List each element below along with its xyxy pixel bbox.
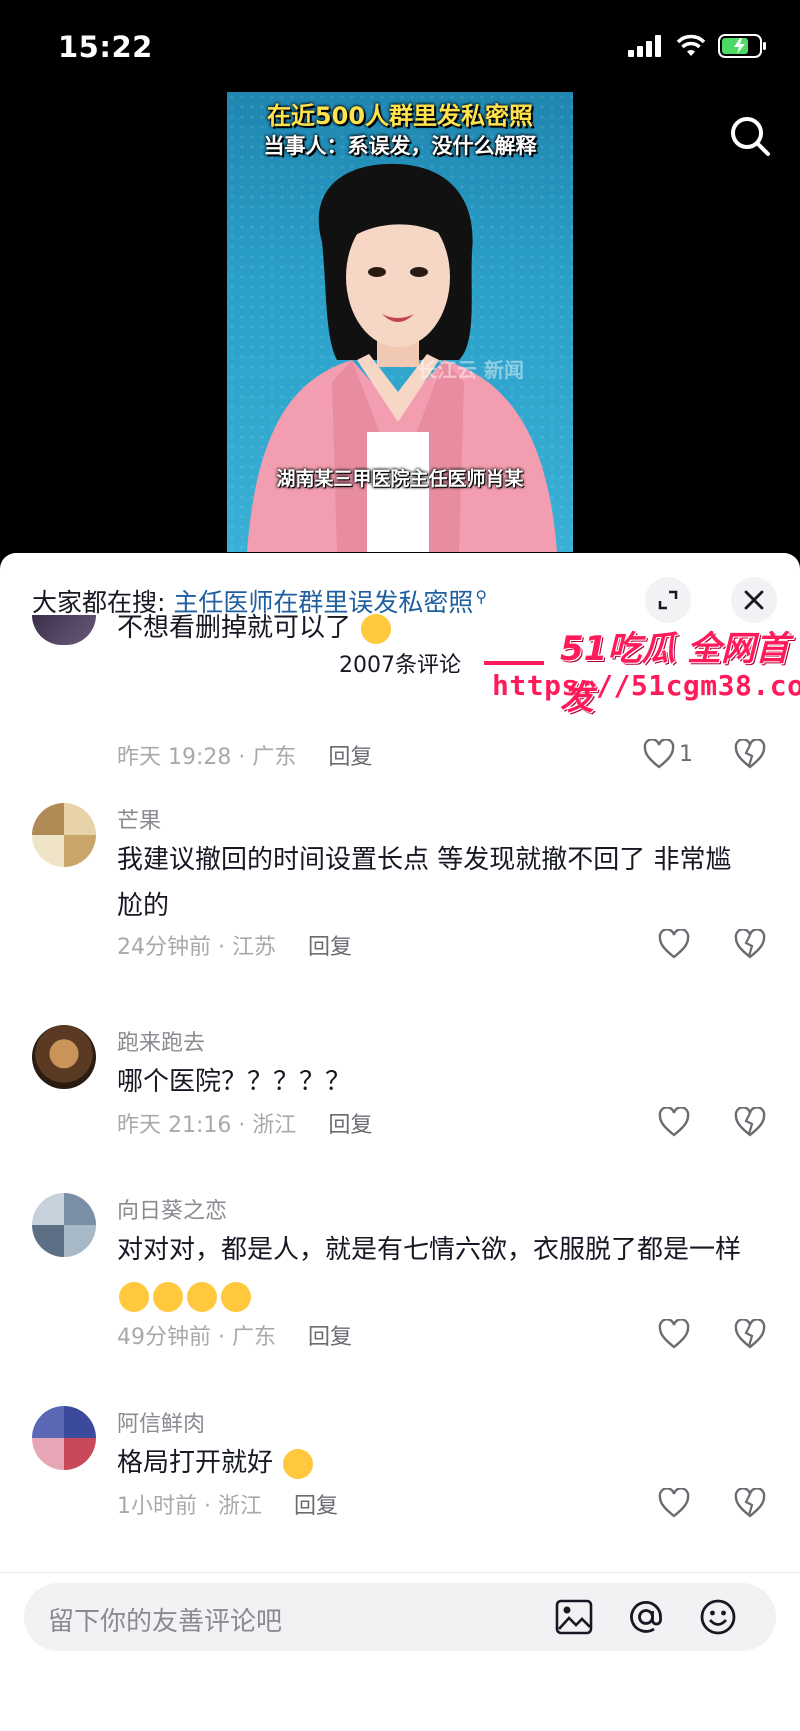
broken-heart-icon (734, 928, 766, 959)
video-headline-1: 在近500人群里发私密照 (266, 102, 534, 130)
broken-heart-icon (734, 1487, 766, 1518)
search-small-icon: ⚲ (475, 586, 488, 606)
avatar[interactable] (32, 1406, 96, 1470)
video-player[interactable]: 长江云 新闻 在近500人群里发私密照 当事人：系误发，没什么解释 湖南某三甲医… (0, 92, 800, 562)
avatar[interactable] (32, 1193, 96, 1257)
status-time: 15:22 (58, 30, 153, 64)
grin-emoji-icon (361, 613, 392, 644)
heart-icon (658, 1488, 690, 1518)
comment-text: 格局打开就好 (117, 1440, 757, 1486)
video-headline-2: 当事人：系误发，没什么解释 (263, 134, 537, 158)
comment-text-content: 格局打开就好 (117, 1448, 274, 1478)
comment-input[interactable]: 留下你的友善评论吧 (24, 1583, 776, 1651)
comment-username[interactable]: 阿信鲜肉 (117, 1406, 205, 1438)
status-icons (628, 34, 768, 58)
comment-username[interactable]: 芒果 (117, 803, 161, 835)
video-frame[interactable]: 长江云 新闻 在近500人群里发私密照 当事人：系误发，没什么解释 湖南某三甲医… (227, 92, 573, 552)
like-button[interactable] (658, 1488, 690, 1518)
mention-button[interactable] (624, 1595, 668, 1639)
avatar[interactable] (32, 1025, 96, 1089)
comment-meta: 昨天 21:16 · 浙江 回复 (117, 1107, 372, 1139)
reply-button[interactable]: 回复 (308, 1325, 352, 1350)
dislike-button[interactable] (734, 928, 766, 963)
comment-time-location: 昨天 21:16 · 浙江 (117, 1113, 297, 1138)
laughing-tears-emoji-icon (153, 1281, 183, 1312)
heart-icon (658, 1319, 690, 1349)
comment-text: 不想看删掉就可以了 (117, 605, 757, 645)
heart-icon (658, 929, 690, 959)
image-button[interactable] (552, 1595, 596, 1639)
comment-text: 哪个医院？？？？？ (117, 1067, 352, 1097)
comment-text-content: 对对对，都是人，就是有七情六欲，衣服脱了都是一样 (117, 1235, 742, 1265)
dislike-button[interactable] (734, 1318, 766, 1353)
reply-button[interactable]: 回复 (308, 935, 352, 960)
like-button[interactable] (658, 929, 690, 959)
status-bar: 15:22 (0, 0, 800, 92)
dislike-button[interactable] (734, 738, 766, 773)
comment-input-placeholder: 留下你的友善评论吧 (48, 1607, 283, 1637)
wifi-icon (676, 34, 706, 56)
like-button[interactable] (658, 1107, 690, 1137)
broken-heart-icon (734, 1106, 766, 1137)
comment-time-location: 24分钟前 · 江苏 (117, 935, 276, 960)
like-count: 1 (679, 741, 693, 767)
like-button[interactable] (658, 1319, 690, 1349)
reply-button[interactable]: 回复 (294, 1494, 338, 1519)
search-button[interactable] (722, 108, 778, 164)
search-icon (731, 117, 770, 156)
broken-heart-icon (734, 738, 766, 769)
comment-username[interactable]: 跑来跑去 (117, 1025, 205, 1057)
laughing-tears-emoji-icon (187, 1281, 217, 1312)
comment-meta: 24分钟前 · 江苏 回复 (117, 929, 352, 961)
comment-meta: 1小时前 · 浙江 回复 (117, 1488, 338, 1520)
comment-input-bar: 留下你的友善评论吧 (0, 1572, 800, 1731)
laughing-tears-emoji-icon (119, 1281, 149, 1312)
comment-text: 对对对，都是人，就是有七情六欲，衣服脱了都是一样 (117, 1227, 757, 1319)
heart-icon (643, 739, 675, 769)
image-icon (555, 1599, 593, 1635)
comment-text-content: 不想看删掉就可以了 (117, 613, 352, 643)
battery-icon (718, 34, 766, 58)
heart-icon (658, 1107, 690, 1137)
comment-time-location: 1小时前 · 浙江 (117, 1494, 262, 1519)
comment-text: 我建议撤回的时间设置长点 等发现就撤不回了 非常尴尬的 (117, 845, 732, 921)
avatar[interactable] (32, 615, 96, 645)
like-button[interactable]: 1 (643, 739, 693, 769)
comment-username[interactable]: 向日葵之恋 (117, 1193, 227, 1225)
comment-meta: 49分钟前 · 广东 回复 (117, 1319, 352, 1351)
video-subtitle: 湖南某三甲医院主任医师肖某 (276, 468, 524, 490)
signal-icon (628, 35, 661, 57)
dislike-button[interactable] (734, 1487, 766, 1522)
comment-meta: 昨天 19:28 · 广东 回复 (117, 739, 372, 771)
grin-emoji-icon (283, 1448, 314, 1479)
laughing-tears-emoji-icon (221, 1281, 251, 1312)
comment-panel: 大家都在搜: 主任医师在群里误发私密照 ⚲ 2007条评论 51吃瓜 全网首发 h… (0, 553, 800, 1731)
emoji-button[interactable] (696, 1595, 740, 1639)
comment-time-location: 49分钟前 · 广东 (117, 1325, 276, 1350)
at-icon (630, 1601, 662, 1633)
comment-time-location: 昨天 19:28 · 广东 (117, 745, 297, 770)
promo-url[interactable]: https://51cgm38.com (492, 669, 800, 702)
promo-divider (484, 661, 544, 665)
reply-button[interactable]: 回复 (328, 745, 372, 770)
broken-heart-icon (734, 1318, 766, 1349)
emoji-icon (700, 1599, 736, 1635)
dislike-button[interactable] (734, 1106, 766, 1141)
avatar[interactable] (32, 803, 96, 867)
broadcaster-watermark: 长江云 新闻 (417, 358, 524, 382)
reply-button[interactable]: 回复 (328, 1113, 372, 1138)
